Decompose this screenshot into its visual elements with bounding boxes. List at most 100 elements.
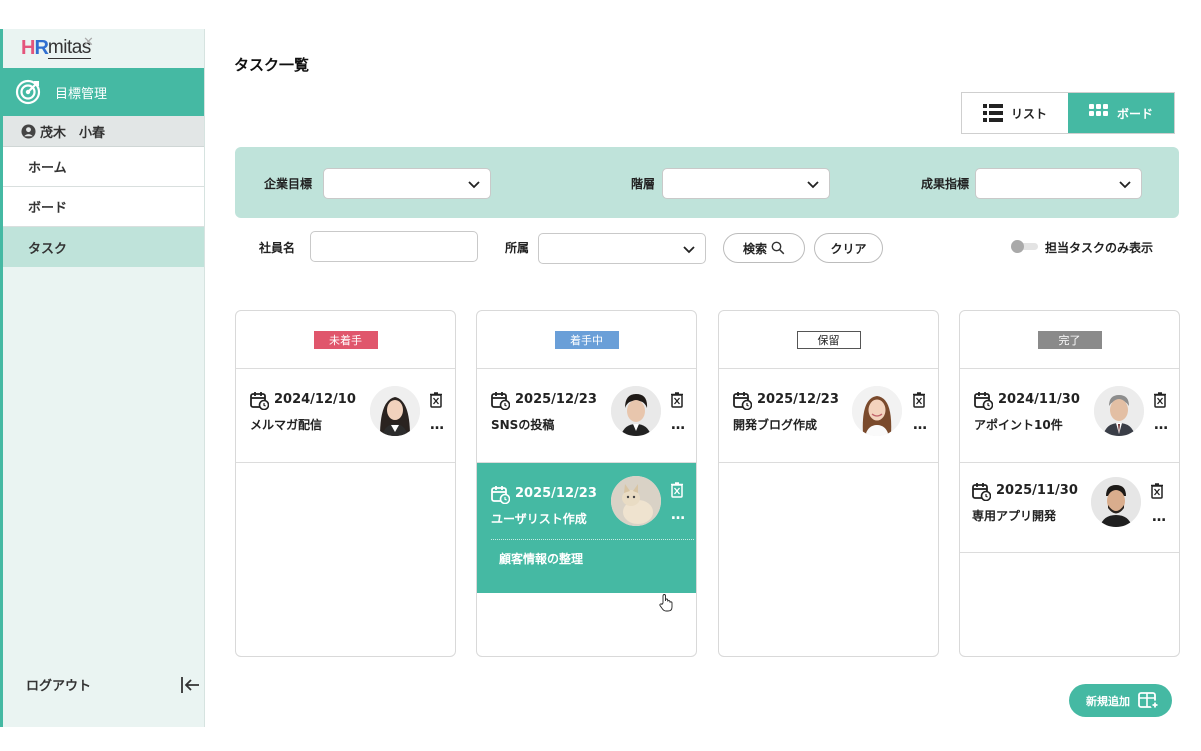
delete-icon[interactable] [1153, 392, 1167, 408]
sidebar: HR mitas ✕ 目標管理 茂木 小春 ホーム ボード タスク ログアウト [0, 29, 205, 727]
search-icon [771, 241, 785, 255]
collapse-sidebar-icon[interactable] [178, 673, 202, 697]
target-icon [15, 79, 41, 105]
more-options-icon[interactable]: … [671, 507, 686, 523]
calendar-clock-icon [972, 483, 991, 501]
calendar-clock-icon [491, 486, 510, 504]
calendar-clock-icon [733, 392, 752, 410]
current-user: 茂木 小春 [3, 116, 204, 147]
logo-close-icon: ✕ [83, 35, 94, 50]
column-header: 未着手 [236, 311, 455, 369]
logo: HR mitas ✕ [3, 29, 204, 68]
task-card-selected[interactable]: 2025/12/23 ユーザリスト作成 … 顧客情報の整理 [477, 463, 696, 593]
company-goal-label: 企業目標 [264, 177, 313, 191]
task-title: アポイント10件 [974, 418, 1063, 432]
department-label: 所属 [505, 241, 530, 255]
more-options-icon[interactable]: … [1154, 417, 1169, 433]
delete-icon[interactable] [429, 392, 443, 408]
subtask-item[interactable]: 顧客情報の整理 [499, 550, 583, 567]
avatar [370, 386, 420, 436]
task-date: 2024/12/10 [274, 392, 356, 407]
board-view-button[interactable]: ボード [1068, 93, 1174, 133]
sidebar-item-home[interactable]: ホーム [3, 147, 204, 187]
nav-goal-management-label: 目標管理 [55, 86, 108, 102]
department-select[interactable] [538, 233, 706, 264]
status-badge: 未着手 [313, 330, 378, 349]
avatar [1094, 386, 1144, 436]
column-header: 着手中 [477, 311, 696, 369]
task-title: SNSの投稿 [491, 418, 555, 432]
task-date: 2025/11/30 [996, 483, 1078, 498]
search-button-label: 検索 [742, 241, 767, 256]
company-goal-select[interactable] [323, 168, 491, 199]
subtask-divider [491, 539, 694, 540]
board-view-label: ボード [1116, 106, 1153, 121]
task-date: 2025/12/23 [515, 486, 597, 501]
status-badge: 完了 [1037, 330, 1102, 349]
column-not-started: 未着手 2024/12/10 メルマガ配信 … [235, 310, 456, 657]
sidebar-item-board[interactable]: ボード [3, 187, 204, 227]
mine-only-toggle[interactable] [1011, 240, 1038, 253]
toggle-knob [1011, 240, 1024, 253]
status-badge: 保留 [796, 330, 861, 349]
logout-link[interactable]: ログアウト [26, 675, 91, 694]
list-icon [982, 104, 1003, 122]
logo-hr: HR [21, 37, 49, 59]
employee-name-input[interactable] [310, 231, 478, 262]
view-toggle: リスト ボード [961, 92, 1175, 134]
employee-label: 社員名 [259, 241, 296, 255]
add-new-button[interactable]: 新規追加 [1069, 684, 1172, 717]
add-table-icon [1138, 691, 1160, 709]
column-header: 完了 [960, 311, 1179, 369]
grid-icon [1088, 104, 1108, 116]
chevron-down-icon [468, 181, 480, 189]
hand-cursor-icon [659, 594, 673, 612]
user-icon [21, 123, 36, 139]
avatar [611, 476, 661, 526]
task-card[interactable]: 2024/12/10 メルマガ配信 … [236, 369, 455, 463]
delete-icon[interactable] [1150, 483, 1164, 499]
task-card[interactable]: 2025/12/23 開発ブログ作成 … [719, 369, 938, 463]
sidebar-item-task[interactable]: タスク [3, 227, 204, 267]
task-date: 2024/11/30 [998, 392, 1080, 407]
status-badge: 着手中 [554, 330, 619, 349]
list-view-label: リスト [1010, 106, 1047, 121]
delete-icon[interactable] [912, 392, 926, 408]
user-name: 茂木 小春 [40, 125, 106, 141]
delete-icon[interactable] [670, 482, 684, 498]
task-card[interactable]: 2024/11/30 アポイント10件 … [960, 369, 1179, 463]
more-options-icon[interactable]: … [430, 417, 445, 433]
calendar-clock-icon [250, 392, 269, 410]
list-view-button[interactable]: リスト [962, 93, 1068, 133]
more-options-icon[interactable]: … [1152, 509, 1167, 525]
delete-icon[interactable] [670, 392, 684, 408]
add-new-label: 新規追加 [1086, 694, 1130, 708]
task-card[interactable]: 2025/12/23 SNSの投稿 … [477, 369, 696, 463]
task-title: メルマガ配信 [250, 418, 323, 432]
hierarchy-select[interactable] [662, 168, 830, 199]
avatar [1091, 477, 1141, 527]
search-button[interactable]: 検索 [723, 233, 805, 263]
task-date: 2025/12/23 [515, 392, 597, 407]
column-on-hold: 保留 2025/12/23 開発ブログ作成 … [718, 310, 939, 657]
task-card[interactable]: 2025/11/30 専用アプリ開発 … [960, 463, 1179, 553]
column-header: 保留 [719, 311, 938, 369]
kpi-label: 成果指標 [921, 177, 970, 191]
column-done: 完了 2024/11/30 アポイント10件 … 2025/11/30 専用アプ… [959, 310, 1180, 657]
calendar-clock-icon [974, 392, 993, 410]
chevron-down-icon [807, 181, 819, 189]
chevron-down-icon [683, 246, 695, 254]
chevron-down-icon [1119, 181, 1131, 189]
kpi-select[interactable] [975, 168, 1142, 199]
hierarchy-label: 階層 [631, 177, 656, 191]
task-date: 2025/12/23 [757, 392, 839, 407]
nav-goal-management[interactable]: 目標管理 [3, 68, 204, 116]
mine-only-label: 担当タスクのみ表示 [1045, 241, 1154, 255]
task-title: 専用アプリ開発 [972, 509, 1057, 523]
more-options-icon[interactable]: … [671, 417, 686, 433]
clear-button[interactable]: クリア [814, 233, 883, 263]
more-options-icon[interactable]: … [913, 417, 928, 433]
avatar [611, 386, 661, 436]
task-title: ユーザリスト作成 [491, 512, 587, 526]
task-title: 開発ブログ作成 [733, 418, 818, 432]
